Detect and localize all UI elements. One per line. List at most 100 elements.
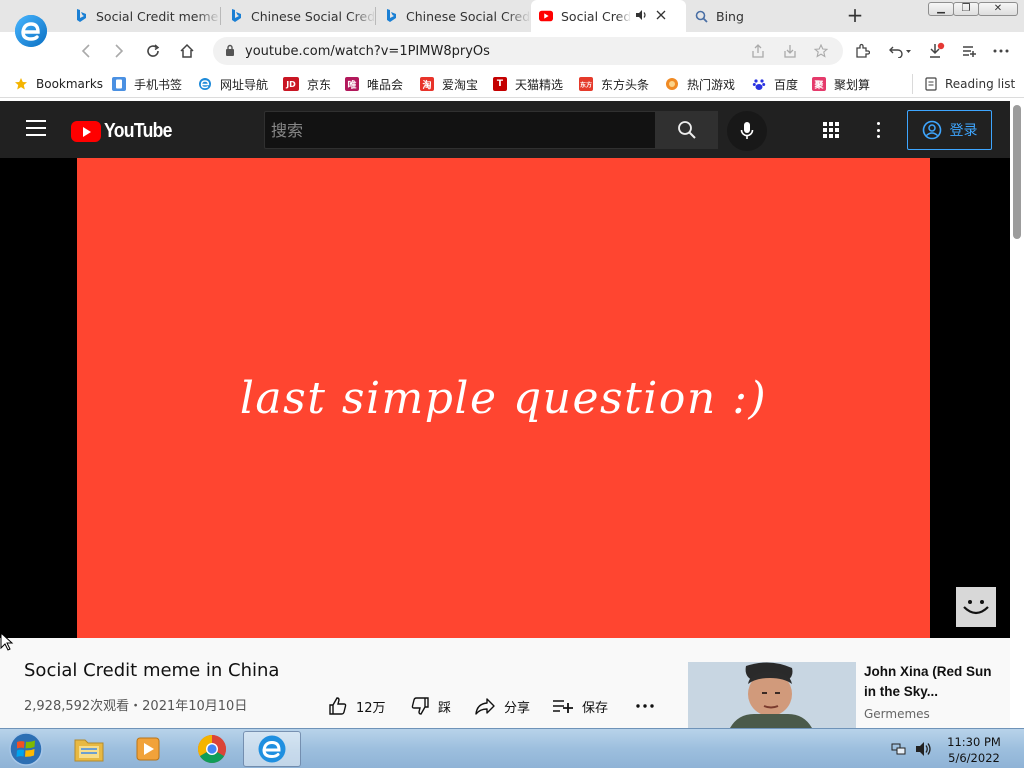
video-frame[interactable]: last simple question :) bbox=[77, 158, 930, 638]
share-arrow-icon bbox=[475, 698, 495, 715]
account-icon bbox=[922, 120, 941, 140]
minimize-button[interactable]: ▁ bbox=[928, 2, 954, 16]
bookmark-label: 聚划算 bbox=[834, 77, 871, 92]
sign-in-button[interactable]: 登录 bbox=[907, 110, 992, 150]
bookmark-label: 唯品会 bbox=[367, 77, 404, 92]
video-stats: 2,928,592次观看・2021年10月10日 bbox=[24, 699, 248, 714]
apps-grid-icon[interactable] bbox=[822, 121, 840, 139]
bookmark-label: 东方头条 bbox=[601, 77, 650, 92]
tmall-icon: T bbox=[493, 77, 507, 91]
bookmark-games[interactable]: 热门游戏 bbox=[665, 74, 735, 94]
more-horizontal-icon bbox=[636, 704, 654, 708]
bookmark-taobao[interactable]: 淘 爱淘宝 bbox=[420, 74, 478, 94]
address-bar-row: youtube.com/watch?v=1PIMW8pryOs bbox=[0, 32, 1024, 70]
downloads-icon[interactable] bbox=[925, 41, 947, 61]
taskbar-media-player[interactable] bbox=[119, 731, 177, 767]
sign-in-label: 登录 bbox=[949, 123, 978, 139]
bookmark-vip[interactable]: 唯 唯品会 bbox=[345, 74, 403, 94]
close-window-button[interactable]: ✕ bbox=[978, 2, 1018, 16]
bookmark-label: 百度 bbox=[774, 77, 799, 92]
dislike-button[interactable]: 踩 bbox=[410, 695, 451, 717]
new-tab-button[interactable]: + bbox=[845, 5, 865, 26]
thumbs-down-icon bbox=[411, 697, 429, 715]
like-count: 12万 bbox=[356, 700, 386, 716]
clock-time: 11:30 PM bbox=[947, 735, 1001, 749]
bookmark-jd[interactable]: JD 京东 bbox=[283, 74, 331, 94]
ie-icon bbox=[198, 77, 212, 91]
volume-icon[interactable] bbox=[915, 741, 933, 760]
star-favorite-icon[interactable] bbox=[813, 43, 829, 59]
refresh-button[interactable] bbox=[142, 40, 164, 62]
home-button[interactable] bbox=[176, 40, 198, 62]
bookmark-nav[interactable]: 网址导航 bbox=[198, 74, 268, 94]
youtube-icon bbox=[539, 9, 553, 23]
tab-youtube-active[interactable]: Social Credit meme bbox=[531, 0, 686, 32]
recommended-video-channel[interactable]: Germemes bbox=[864, 707, 930, 721]
bing-icon bbox=[74, 9, 88, 23]
tab-title: Chinese Social Credit System bbox=[251, 8, 376, 24]
hamburger-menu-icon[interactable] bbox=[26, 120, 46, 136]
video-player[interactable]: last simple question :) bbox=[0, 158, 1010, 638]
chrome-icon bbox=[198, 735, 226, 763]
taskbar-file-explorer[interactable] bbox=[60, 731, 118, 767]
youtube-wordmark: YouTube bbox=[104, 119, 172, 142]
youtube-logo[interactable]: YouTube bbox=[71, 120, 181, 142]
lock-icon[interactable] bbox=[225, 44, 235, 59]
jd-icon: JD bbox=[283, 77, 299, 91]
recommended-video-title[interactable]: John Xina (Red Sun in the Sky... bbox=[864, 662, 994, 702]
bookmark-mobile[interactable]: 手机书签 bbox=[112, 74, 182, 94]
tab-social-credit-meme[interactable]: Social Credit meme in China bbox=[66, 0, 221, 32]
youtube-search-box[interactable] bbox=[264, 111, 656, 149]
search-button[interactable] bbox=[656, 111, 718, 149]
address-bar[interactable]: youtube.com/watch?v=1PIMW8pryOs bbox=[213, 37, 843, 65]
tab-chinese-social-credit[interactable]: Chinese Social Credit bbox=[376, 0, 531, 32]
video-caption-text: last simple question :) bbox=[239, 372, 768, 424]
tab-bing[interactable]: Bing bbox=[686, 0, 841, 32]
bookmarks-bar: Bookmarks 手机书签 网址导航 JD 京东 唯 唯品会 淘 爱淘宝 T … bbox=[0, 70, 1024, 98]
download-page-icon[interactable] bbox=[782, 43, 798, 59]
more-menu-icon[interactable] bbox=[990, 41, 1012, 61]
recommended-video-thumbnail[interactable] bbox=[688, 662, 856, 728]
scrollbar-thumb[interactable] bbox=[1013, 105, 1021, 239]
search-input[interactable] bbox=[271, 120, 641, 140]
bing-icon bbox=[229, 9, 243, 23]
bookmark-juhuasuan[interactable]: 聚 聚划算 bbox=[812, 74, 870, 94]
network-icon[interactable] bbox=[891, 741, 907, 760]
search-icon bbox=[694, 9, 708, 23]
taskbar-chrome[interactable] bbox=[183, 731, 241, 767]
extensions-icon[interactable] bbox=[851, 41, 873, 61]
save-button[interactable]: 保存 bbox=[552, 695, 608, 717]
taskbar-clock[interactable]: 11:30 PM 5/6/2022 bbox=[940, 734, 1008, 766]
bookmark-bookmarks[interactable]: Bookmarks bbox=[14, 74, 103, 94]
save-label: 保存 bbox=[582, 700, 609, 716]
back-button[interactable] bbox=[75, 40, 97, 62]
settings-more-icon[interactable] bbox=[871, 121, 885, 139]
search-icon bbox=[678, 121, 696, 139]
share-page-icon[interactable] bbox=[750, 43, 766, 59]
speaker-icon[interactable] bbox=[635, 9, 648, 24]
tab-chinese-social-credit-system[interactable]: Chinese Social Credit System bbox=[221, 0, 376, 32]
voice-search-button[interactable] bbox=[727, 111, 767, 151]
bookmark-dongfang[interactable]: 东方 东方头条 bbox=[579, 74, 649, 94]
share-button[interactable]: 分享 bbox=[474, 695, 530, 717]
tab-title: Chinese Social Credit bbox=[406, 8, 531, 24]
mouse-cursor-icon bbox=[0, 631, 14, 652]
edge-browser-icon bbox=[258, 735, 286, 763]
bookmark-baidu[interactable]: 百度 bbox=[752, 74, 798, 94]
maximize-button[interactable]: ❐ bbox=[953, 2, 979, 16]
forward-button[interactable] bbox=[108, 40, 130, 62]
collections-icon[interactable] bbox=[958, 41, 980, 61]
page-scrollbar[interactable] bbox=[1010, 101, 1024, 728]
start-button[interactable] bbox=[4, 730, 48, 768]
like-button[interactable]: 12万 bbox=[328, 695, 386, 717]
taobao-icon: 淘 bbox=[420, 77, 434, 91]
star-icon bbox=[14, 77, 28, 91]
reading-list-button[interactable]: Reading list bbox=[912, 74, 1015, 94]
close-tab-icon[interactable] bbox=[656, 9, 666, 23]
taskbar-edge-active[interactable] bbox=[243, 731, 301, 767]
bookmark-tmall[interactable]: T 天猫精选 bbox=[493, 74, 563, 94]
more-actions-button[interactable] bbox=[636, 695, 654, 717]
vip-icon: 唯 bbox=[345, 77, 359, 91]
undo-dropdown-icon[interactable] bbox=[885, 41, 915, 61]
phone-bookmark-icon bbox=[112, 77, 126, 91]
